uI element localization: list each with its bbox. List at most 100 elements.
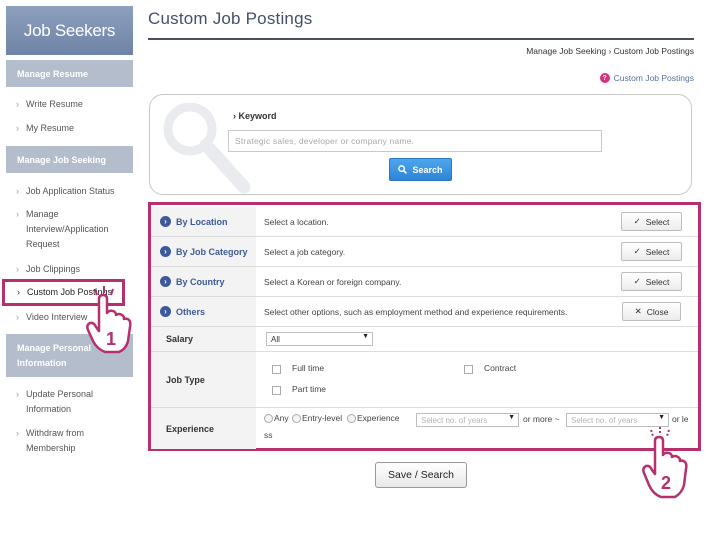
chevron-right-icon: › <box>233 111 236 121</box>
sidebar-item-label: My Resume <box>26 123 75 133</box>
salary-select[interactable]: All ▼ <box>266 332 373 346</box>
section-title: Manage Resume <box>17 68 89 79</box>
filter-row-job-category: › By Job Category Select a job category. … <box>151 237 698 267</box>
chevron-right-icon: › <box>16 264 19 274</box>
chevron-right-icon: › <box>16 123 19 133</box>
keyword-label-text: Keyword <box>238 111 277 121</box>
button-label: Close <box>646 306 669 317</box>
filter-row-country: › By Country Select a Korean or foreign c… <box>151 267 698 297</box>
max-years-value: Select no. of years <box>571 415 638 425</box>
option-label: Any <box>274 413 289 423</box>
close-others-button[interactable]: ✕ Close <box>622 302 681 321</box>
experience-any-option[interactable]: Any <box>264 413 289 424</box>
chevron-right-icon: › <box>16 99 19 109</box>
sidebar-item-withdraw[interactable]: › Withdraw from Membership <box>6 426 102 456</box>
filter-label: › Others <box>151 297 256 326</box>
breadcrumb: Manage Job Seeking › Custom Job Postings <box>526 46 694 56</box>
chevron-right-icon: › <box>16 428 19 438</box>
radio-button[interactable] <box>292 414 301 424</box>
select-location-button[interactable]: ✓ Select <box>621 212 682 231</box>
experience-label: Experience <box>151 408 256 449</box>
page-title: Custom Job Postings <box>148 9 313 28</box>
sidebar-item-update-personal-information[interactable]: › Update Personal Information <box>6 387 106 417</box>
experience-entry-option[interactable]: Entry-level <box>292 413 343 424</box>
chevron-circle-icon: › <box>160 306 171 317</box>
sidebar-item-label: Video Interview <box>26 312 88 322</box>
filter-description: Select a job category. <box>264 246 346 257</box>
filter-label: › By Location <box>151 207 256 236</box>
or-less-label: or le <box>672 414 689 424</box>
button-label: Select <box>645 246 670 257</box>
option-label: Entry-level <box>302 413 343 423</box>
filter-description: Select a Korean or foreign company. <box>264 276 402 287</box>
experience-experienced-option[interactable]: Experience <box>347 413 400 424</box>
sidebar: Job Seekers Manage Resume › Write Resume … <box>2 0 133 533</box>
sidebar-item-write-resume[interactable]: › Write Resume <box>6 97 133 112</box>
pointer-hand-icon: 2 <box>642 427 688 499</box>
step-1-number: 1 <box>106 329 116 349</box>
chevron-circle-icon: › <box>160 216 171 227</box>
step-2-number: 2 <box>661 473 671 493</box>
contract-checkbox[interactable] <box>464 365 473 374</box>
section-manage-resume[interactable]: Manage Resume <box>6 60 133 87</box>
filter-label: › By Job Category <box>151 237 256 266</box>
min-years-value: Select no. of years <box>421 415 488 425</box>
experience-row: Experience Any Entry-level Experience Se… <box>151 408 698 449</box>
brand-label: Job Seekers <box>23 20 116 40</box>
pointer-hand-icon: 1 <box>86 286 132 354</box>
dropdown-arrow-icon: ▼ <box>658 414 665 421</box>
sidebar-item-my-resume[interactable]: › My Resume <box>6 121 133 136</box>
breadcrumb-item[interactable]: Manage Job Seeking <box>526 46 606 56</box>
contract-label: Contract <box>484 363 517 373</box>
breadcrumb-item-current: Custom Job Postings <box>613 46 694 56</box>
part-time-checkbox[interactable] <box>272 386 281 395</box>
filter-label-text: By Country <box>176 276 225 287</box>
sidebar-item-label: Manage Interview/Application Request <box>26 209 109 249</box>
filter-description: Select a location. <box>264 216 329 227</box>
sidebar-item-job-application-status[interactable]: › Job Application Status <box>6 184 133 199</box>
option-label: Experience <box>357 413 400 423</box>
radio-button[interactable] <box>347 414 356 424</box>
button-label: Select <box>645 276 670 287</box>
chevron-circle-icon: › <box>160 276 171 287</box>
title-divider <box>148 38 694 40</box>
sidebar-item-label: Job Application Status <box>26 186 115 196</box>
keyword-search-panel: › Keyword Search <box>149 94 692 195</box>
search-button-label: Search <box>412 164 443 175</box>
filter-panel: › By Location Select a location. ✓ Select … <box>148 202 701 451</box>
radio-button[interactable] <box>264 414 273 424</box>
sidebar-item-job-clippings[interactable]: › Job Clippings <box>6 262 133 277</box>
filter-row-others: › Others Select other options, such as em… <box>151 297 698 327</box>
full-time-checkbox[interactable] <box>272 365 281 374</box>
chevron-right-icon: › <box>16 209 19 219</box>
sidebar-brand[interactable]: Job Seekers <box>6 6 133 55</box>
filter-label-text: By Job Category <box>176 246 248 257</box>
min-years-select[interactable]: Select no. of years ▼ <box>416 413 519 427</box>
salary-value: All <box>271 334 280 344</box>
sidebar-item-label: Write Resume <box>26 99 83 109</box>
salary-row: Salary All ▼ <box>151 327 698 352</box>
section-title: Manage Job Seeking <box>17 154 107 165</box>
or-more-label: or more ~ <box>523 414 560 424</box>
salary-label: Salary <box>151 327 256 351</box>
question-icon: ? <box>599 73 610 83</box>
filter-label-text: By Location <box>176 216 228 227</box>
keyword-input[interactable] <box>228 130 602 152</box>
check-icon: ✓ <box>633 276 641 286</box>
section-manage-job-seeking[interactable]: Manage Job Seeking <box>6 146 133 173</box>
max-years-select[interactable]: Select no. of years ▼ <box>566 413 669 427</box>
select-country-button[interactable]: ✓ Select <box>621 272 682 291</box>
sidebar-item-manage-interview[interactable]: › Manage Interview/Application Request <box>6 207 116 252</box>
search-button[interactable]: Search <box>389 158 452 181</box>
chevron-right-icon: › <box>17 287 20 297</box>
select-job-category-button[interactable]: ✓ Select <box>621 242 682 261</box>
full-time-label: Full time <box>292 363 325 373</box>
job-type-label: Job Type <box>151 352 256 407</box>
save-search-button[interactable]: Save / Search <box>375 462 467 488</box>
sidebar-item-label: Withdraw from Membership <box>26 428 85 453</box>
help-link[interactable]: ? Custom Job Postings <box>599 73 694 83</box>
chevron-right-icon: › <box>16 312 19 322</box>
chevron-circle-icon: › <box>160 246 171 257</box>
sidebar-item-label: Job Clippings <box>26 264 81 274</box>
dropdown-arrow-icon: ▼ <box>362 333 369 340</box>
